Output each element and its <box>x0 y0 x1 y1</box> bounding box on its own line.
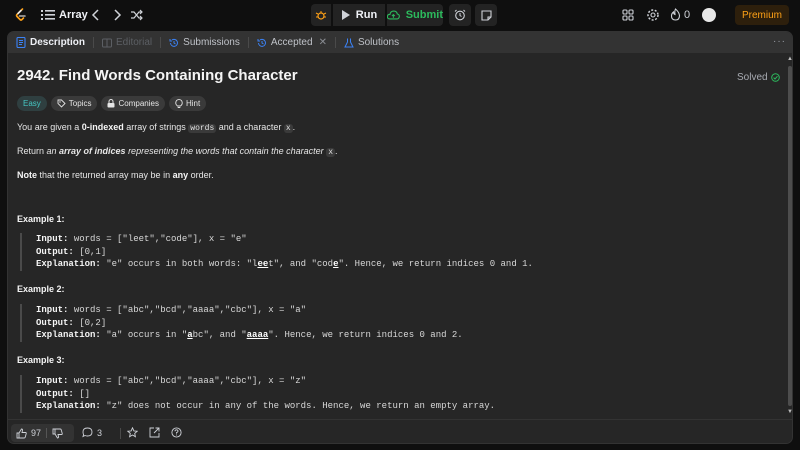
alarm-clock-icon <box>454 9 466 21</box>
hint-label: Hint <box>185 99 201 108</box>
tag-icon <box>57 99 66 108</box>
solved-status: Solved <box>737 72 780 83</box>
premium-button[interactable]: Premium <box>735 5 789 25</box>
debug-button[interactable] <box>311 4 331 26</box>
example-block: Input: words = ["abc","bcd","aaaa","cbc"… <box>20 375 495 413</box>
book-icon <box>102 38 113 47</box>
panel-footer: 97 3 <box>8 419 792 443</box>
vote-group: 97 <box>11 424 74 442</box>
submit-label: Submit <box>405 9 443 21</box>
star-icon <box>127 427 138 438</box>
scrollbar-thumb[interactable] <box>788 66 792 406</box>
tab-label: Solutions <box>357 37 400 48</box>
lock-icon <box>107 99 115 108</box>
timer-button[interactable] <box>449 4 471 26</box>
tab-solutions[interactable]: Solutions <box>336 32 407 53</box>
share-button[interactable] <box>149 427 160 438</box>
problem-list-title[interactable]: Array <box>59 9 88 21</box>
like-button[interactable]: 97 <box>11 428 46 439</box>
shuffle-icon[interactable] <box>130 8 144 22</box>
streak-count: 0 <box>684 8 691 21</box>
more-options-icon[interactable]: ··· <box>773 36 786 47</box>
comment-icon <box>82 427 93 438</box>
problem-list-icon[interactable] <box>41 9 55 21</box>
description-paragraph-3: Note that the returned array may be in a… <box>17 170 214 180</box>
help-button[interactable] <box>171 427 182 438</box>
submit-button[interactable]: Submit <box>387 4 443 26</box>
description-paragraph-2: Return an array of indices representing … <box>17 146 338 157</box>
companies-tag[interactable]: Companies <box>101 96 165 111</box>
comments-button[interactable]: 3 <box>82 427 102 438</box>
play-icon <box>341 10 350 20</box>
hint-tag[interactable]: Hint <box>168 96 207 111</box>
lightbulb-icon <box>175 98 183 108</box>
topics-tag[interactable]: Topics <box>50 96 98 111</box>
top-nav: Array Run Submit 0 Premium <box>0 0 800 30</box>
leetcode-logo-icon[interactable] <box>13 7 29 23</box>
tab-accepted[interactable]: Accepted ✕ <box>249 32 335 53</box>
solved-label: Solved <box>737 72 768 83</box>
description-panel: Description Editorial Submissions Accept… <box>7 31 793 444</box>
thumbs-up-icon <box>16 428 27 438</box>
share-icon <box>149 427 160 438</box>
favorite-button[interactable] <box>127 427 138 438</box>
tab-label: Description <box>30 37 86 48</box>
example-heading: Example 1: <box>17 214 65 224</box>
tab-description[interactable]: Description <box>8 32 93 53</box>
flask-icon <box>344 38 354 47</box>
chevron-right-icon[interactable] <box>111 8 123 22</box>
description-paragraph-1: You are given a 0-indexed array of strin… <box>17 122 296 133</box>
panel-tabs: Description Editorial Submissions Accept… <box>8 32 792 53</box>
scroll-up-icon[interactable]: ▲ <box>787 56 792 62</box>
topics-label: Topics <box>68 99 92 108</box>
bug-icon <box>315 11 327 20</box>
example-heading: Example 2: <box>17 284 65 294</box>
tab-label: Editorial <box>116 37 153 48</box>
tab-label: Submissions <box>183 37 240 48</box>
page-title: 2942. Find Words Containing Character <box>17 67 298 84</box>
fire-icon <box>670 8 681 21</box>
close-icon[interactable]: ✕ <box>319 37 327 48</box>
example-block: Input: words = ["leet","code"], x = "e" … <box>20 233 533 271</box>
tab-submissions[interactable]: Submissions <box>161 32 248 53</box>
layout-grid-icon[interactable] <box>621 8 635 22</box>
run-label: Run <box>355 9 378 21</box>
note-icon <box>480 9 492 21</box>
tab-label: Accepted <box>270 37 313 48</box>
history-icon <box>257 38 266 47</box>
document-icon <box>16 37 26 48</box>
history-icon <box>169 38 179 47</box>
question-icon <box>171 427 182 438</box>
dislike-button[interactable] <box>47 428 68 439</box>
check-circle-icon <box>770 73 780 82</box>
notes-button[interactable] <box>475 4 497 26</box>
scroll-down-icon[interactable]: ▼ <box>787 409 792 415</box>
example-block: Input: words = ["abc","bcd","aaaa","cbc"… <box>20 304 463 342</box>
run-submit-group: Run Submit <box>311 4 497 26</box>
tab-editorial[interactable]: Editorial <box>94 32 160 53</box>
difficulty-badge: Easy <box>17 96 47 111</box>
avatar[interactable] <box>702 8 716 22</box>
thumbs-down-icon <box>52 428 63 438</box>
comment-count: 3 <box>97 427 103 438</box>
problem-content: 2942. Find Words Containing Character So… <box>8 53 784 417</box>
difficulty-label: Easy <box>23 99 41 108</box>
gear-icon[interactable] <box>646 8 660 22</box>
run-button[interactable]: Run <box>333 4 385 26</box>
like-count: 97 <box>31 428 42 438</box>
companies-label: Companies <box>118 99 159 108</box>
chevron-left-icon[interactable] <box>90 8 102 22</box>
tag-row: Easy Topics Companies Hint <box>17 96 207 111</box>
footer-divider <box>120 428 121 439</box>
cloud-upload-icon <box>387 10 400 20</box>
example-heading: Example 3: <box>17 355 65 365</box>
streak-counter[interactable]: 0 <box>670 8 690 21</box>
